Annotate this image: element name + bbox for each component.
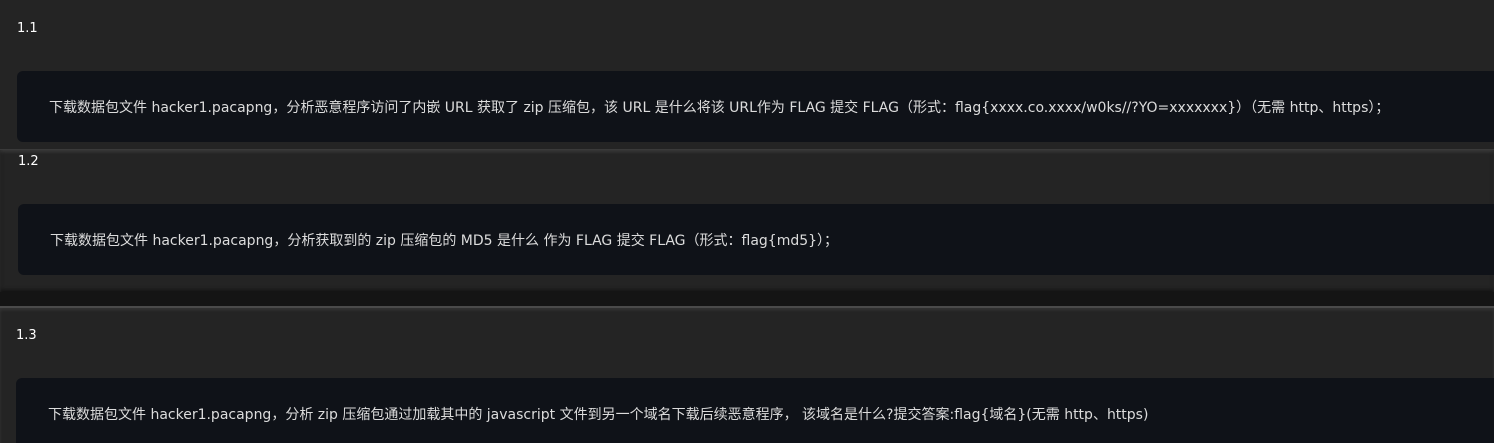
question-section-1: 1.1 下载数据包文件 hacker1.pacapng，分析恶意程序访问了内嵌 …	[0, 0, 1494, 149]
question-text: 下载数据包文件 hacker1.pacapng，分析获取到的 zip 压缩包的 …	[50, 232, 839, 249]
question-text: 下载数据包文件 hacker1.pacapng，分析 zip 压缩包通过加载其中…	[48, 407, 1149, 423]
questions-page: 1.1 下载数据包文件 hacker1.pacapng，分析恶意程序访问了内嵌 …	[0, 0, 1494, 443]
question-number: 1.2	[18, 154, 39, 169]
section-divider	[0, 292, 1494, 306]
question-section-3: 1.3 下载数据包文件 hacker1.pacapng，分析 zip 压缩包通过…	[0, 306, 1494, 443]
question-text-box: 下载数据包文件 hacker1.pacapng，分析获取到的 zip 压缩包的 …	[18, 204, 1494, 275]
question-number: 1.1	[17, 21, 38, 36]
question-section-2: 1.2 下载数据包文件 hacker1.pacapng，分析获取到的 zip 压…	[0, 149, 1494, 293]
question-text: 下载数据包文件 hacker1.pacapng，分析恶意程序访问了内嵌 URL …	[49, 99, 1390, 116]
question-number: 1.3	[16, 328, 37, 343]
question-text-box: 下载数据包文件 hacker1.pacapng，分析 zip 压缩包通过加载其中…	[16, 378, 1494, 443]
question-text-box: 下载数据包文件 hacker1.pacapng，分析恶意程序访问了内嵌 URL …	[17, 71, 1494, 142]
